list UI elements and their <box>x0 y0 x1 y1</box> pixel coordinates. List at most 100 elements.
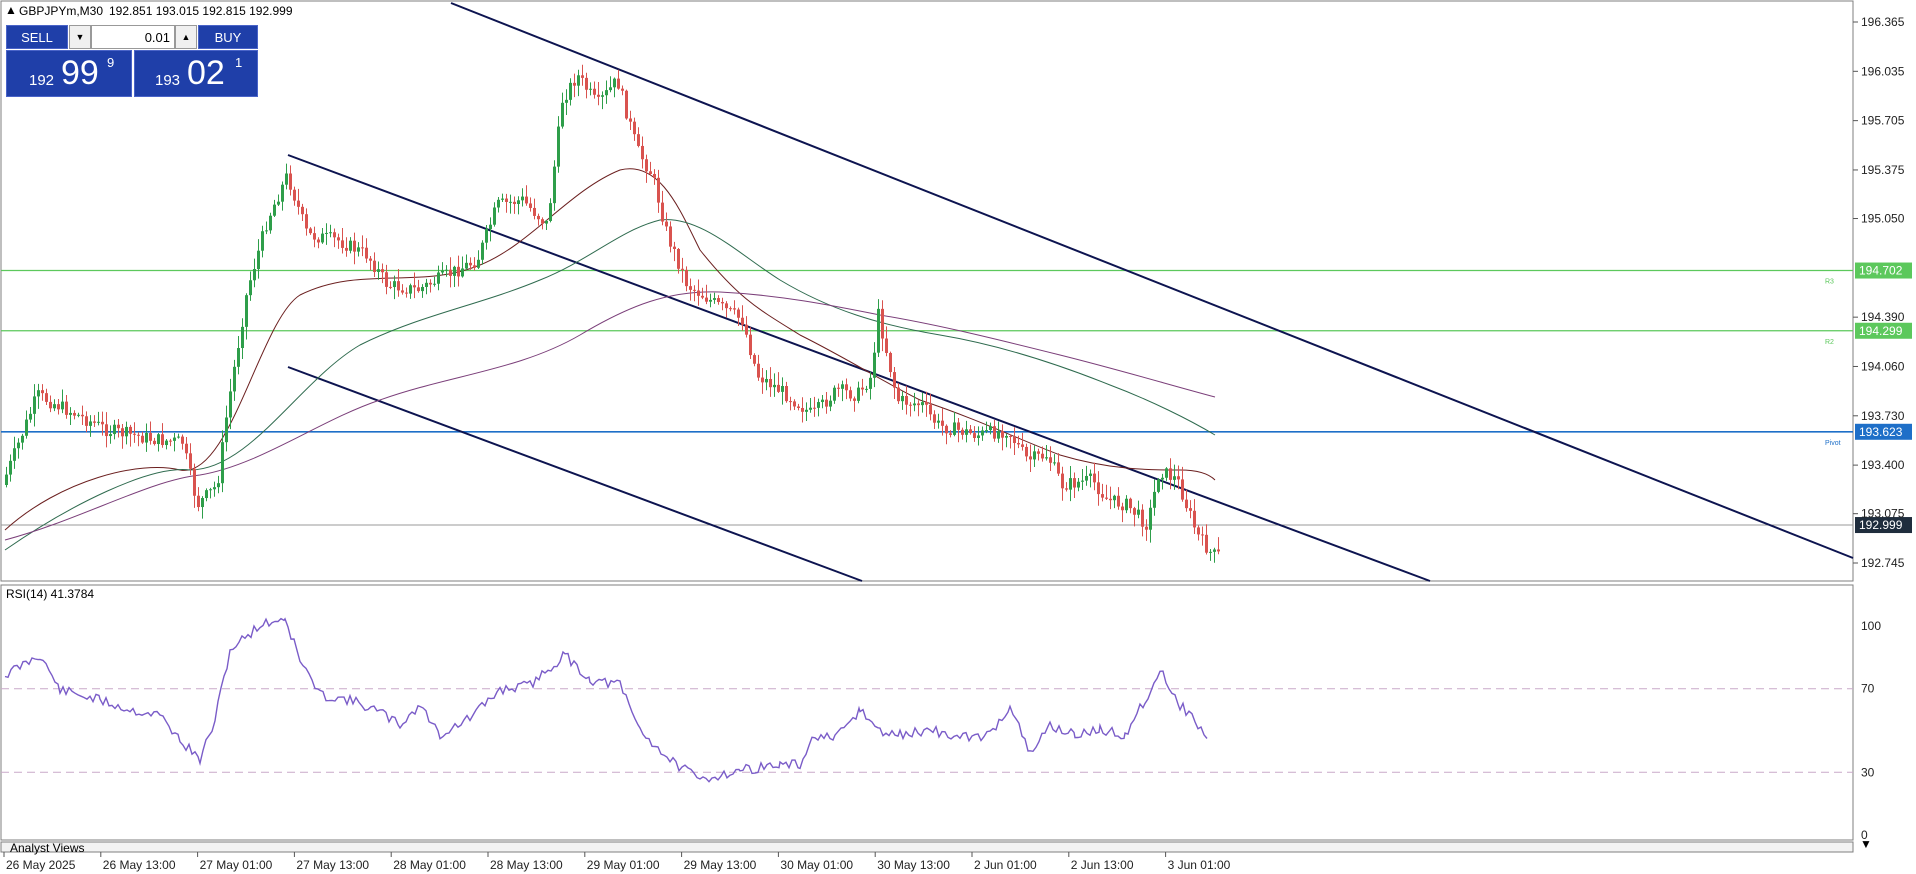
chart-menu-icon[interactable]: ▲ <box>5 3 17 17</box>
candle-body <box>625 90 628 119</box>
candle-body <box>181 436 184 444</box>
candle-body <box>133 433 136 435</box>
candle-body <box>957 422 960 430</box>
analyst-views-strip[interactable] <box>0 841 1854 853</box>
candle-body <box>413 285 416 288</box>
time-tick-label: 27 May 01:00 <box>200 858 273 872</box>
candle-body <box>265 230 268 232</box>
candle-body <box>1105 497 1108 499</box>
candle-body <box>637 134 640 146</box>
candle-body <box>581 75 584 78</box>
candle-body <box>1201 534 1204 536</box>
candle-body <box>1009 435 1012 437</box>
candle-body <box>641 145 644 160</box>
candle-body <box>513 201 516 205</box>
time-tick-label: 30 May 13:00 <box>877 858 950 872</box>
candle-body <box>41 390 44 394</box>
candle-body <box>213 487 216 490</box>
candle-body <box>289 173 292 190</box>
candle-body <box>193 468 196 496</box>
candle-body <box>469 262 472 266</box>
time-tick-label: 3 Jun 01:00 <box>1168 858 1231 872</box>
candle-body <box>409 285 412 294</box>
candle-body <box>669 226 672 247</box>
candle-body <box>969 429 972 434</box>
candle-body <box>273 204 276 216</box>
candle-body <box>869 377 872 389</box>
candle-body <box>1041 453 1044 459</box>
candle-body <box>777 384 780 392</box>
scroll-end-icon[interactable]: ▼ <box>1860 837 1872 851</box>
candle-body <box>169 440 172 442</box>
rsi-tick-label: 30 <box>1861 765 1875 779</box>
candle-body <box>205 490 208 499</box>
candle-body <box>813 407 816 409</box>
buy-button[interactable]: BUY <box>198 25 258 49</box>
candle-body <box>501 198 504 200</box>
rsi-label: RSI(14) 41.3784 <box>6 587 94 601</box>
chart-window[interactable]: Analyst Views ▲ GBPJPYm,M30 192.851 193.… <box>0 0 1916 874</box>
candle-body <box>121 428 124 437</box>
buy-price-pips: 02 <box>187 54 225 92</box>
candle-body <box>1121 506 1124 511</box>
sell-price-display[interactable]: 192 99 9 <box>6 50 132 97</box>
candle-body <box>337 237 340 241</box>
candle-body <box>945 425 948 434</box>
candle-body <box>425 282 428 287</box>
candle-body <box>1117 495 1120 507</box>
rsi-pane[interactable] <box>0 584 1854 841</box>
candle-body <box>701 295 704 298</box>
candle-body <box>1085 475 1088 481</box>
analyst-views-tab[interactable]: Analyst Views <box>10 841 84 855</box>
lot-decrease-icon[interactable]: ▼ <box>69 25 91 49</box>
sell-button[interactable]: SELL <box>6 25 68 49</box>
level-name-r2: R2 <box>1825 339 1834 346</box>
candle-body <box>821 399 824 403</box>
candle-body <box>849 390 852 399</box>
price-tick-label: 195.705 <box>1861 114 1905 128</box>
candle-body <box>249 280 252 296</box>
candle-body <box>965 429 968 435</box>
candle-body <box>1033 451 1036 460</box>
candle-body <box>33 396 36 414</box>
time-tick-label: 30 May 01:00 <box>780 858 853 872</box>
sell-price-pips: 99 <box>61 54 99 92</box>
candle-body <box>785 386 788 402</box>
candle-body <box>1157 479 1160 492</box>
price-pane[interactable] <box>0 0 1854 582</box>
candle-body <box>529 203 532 208</box>
candle-body <box>465 262 468 269</box>
price-tick-label: 195.050 <box>1861 212 1905 226</box>
candle-body <box>261 231 264 251</box>
candle-body <box>985 430 988 432</box>
candle-body <box>865 388 868 390</box>
candle-body <box>333 232 336 238</box>
candle-body <box>441 270 444 273</box>
candle-body <box>757 363 760 378</box>
lot-size-input[interactable] <box>91 25 175 49</box>
rsi-tick-label: 70 <box>1861 682 1875 696</box>
candle-body <box>781 386 784 392</box>
candle-body <box>53 404 56 409</box>
buy-price-prefix: 193 <box>155 72 181 89</box>
buy-price-display[interactable]: 193 02 1 <box>134 50 258 97</box>
candle-body <box>1017 443 1020 445</box>
candle-body <box>385 272 388 287</box>
candle-body <box>633 121 636 135</box>
candle-body <box>1021 444 1024 447</box>
candle-body <box>281 184 284 202</box>
candle-body <box>585 77 588 90</box>
candle-body <box>313 233 316 240</box>
candle-body <box>401 290 404 293</box>
time-tick-label: 28 May 01:00 <box>393 858 466 872</box>
candle-body <box>1209 551 1212 553</box>
candle-body <box>517 200 520 205</box>
candle-body <box>189 453 192 469</box>
candle-body <box>137 434 140 436</box>
candle-body <box>45 393 48 402</box>
lot-increase-icon[interactable]: ▲ <box>175 25 197 49</box>
candle-body <box>1037 451 1040 454</box>
candle-body <box>829 400 832 407</box>
candle-body <box>693 289 696 291</box>
candle-body <box>1141 509 1144 527</box>
